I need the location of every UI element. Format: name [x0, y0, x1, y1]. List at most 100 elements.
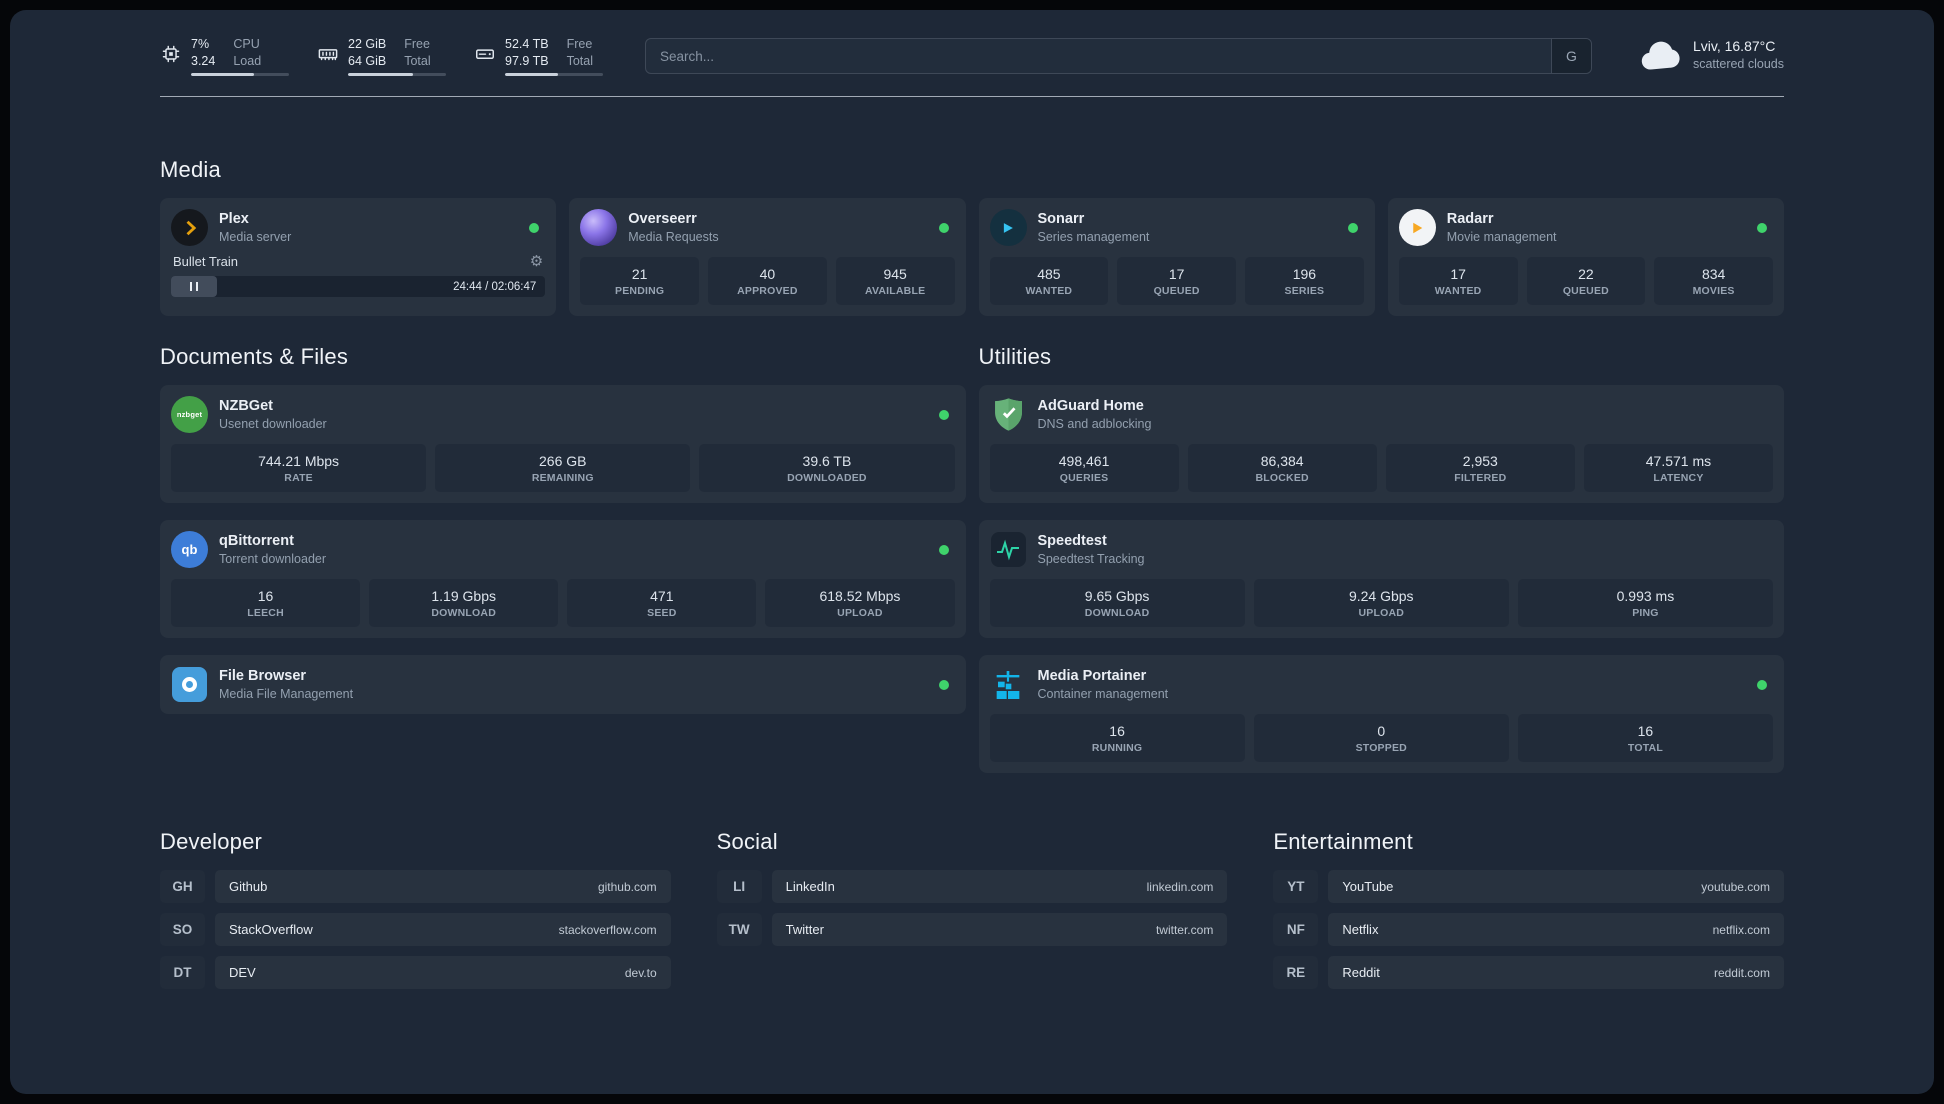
status-dot: [938, 544, 949, 555]
stat-tile: 0 STOPPED: [1253, 714, 1509, 762]
bookmark-github[interactable]: GH Github github.com: [160, 870, 671, 903]
portainer-icon: [990, 666, 1027, 703]
gear-icon[interactable]: ⚙: [530, 254, 543, 269]
bookmark-link[interactable]: Reddit reddit.com: [1328, 956, 1784, 989]
stat-value: 47.571 ms: [1645, 453, 1712, 469]
service-card-nzbget[interactable]: nzbget NZBGet Usenet downloader 744.21 M…: [160, 385, 966, 503]
status-dot: [1347, 222, 1358, 233]
bookmark-abbr[interactable]: LI: [716, 870, 762, 903]
bookmark-abbr[interactable]: GH: [160, 870, 205, 903]
qbittorrent-icon: qb: [171, 531, 208, 568]
status-dot: [938, 409, 949, 420]
stats-row: 16 LEECH 1.19 Gbps DOWNLOAD 471 SEED 618…: [171, 579, 955, 627]
service-text: File Browser Media File Management: [219, 668, 353, 701]
bookmark-list: GH Github github.com SO StackOverflow st…: [160, 870, 671, 989]
stat-label: TOTAL: [1627, 742, 1663, 754]
bookmark-twitter[interactable]: TW Twitter twitter.com: [716, 913, 1228, 946]
bookmark-abbr[interactable]: DT: [160, 956, 205, 989]
bookmark-abbr[interactable]: SO: [160, 913, 205, 946]
service-name: Plex: [219, 211, 249, 227]
bookmark-url: linkedin.com: [1146, 879, 1214, 894]
top-bar: 7% 3.24 CPU Load 22 GiB 64 GiB Free Tota…: [160, 10, 1784, 76]
stat-label: STOPPED: [1355, 742, 1407, 754]
bookmark-link[interactable]: LinkedIn linkedin.com: [771, 870, 1228, 903]
bookmark-link[interactable]: Twitter twitter.com: [771, 913, 1228, 946]
section-title-documents: Documents & Files: [160, 344, 349, 369]
stat-value: 744.21 Mbps: [258, 453, 340, 469]
bookmark-linkedin[interactable]: LI LinkedIn linkedin.com: [716, 870, 1228, 903]
status-dot: [529, 222, 540, 233]
service-card-radarr[interactable]: Radarr Movie management 17 WANTED 22 QUE…: [1387, 198, 1784, 316]
service-card-adguard[interactable]: AdGuard Home DNS and adblocking 498,461 …: [978, 385, 1784, 503]
memory-usage-bar-fill: [348, 73, 413, 76]
bookmark-link[interactable]: Github github.com: [215, 870, 671, 903]
pause-icon[interactable]: [171, 276, 217, 297]
service-card-sonarr[interactable]: Sonarr Series management 485 WANTED 17 Q…: [978, 198, 1375, 316]
stat-label: WANTED: [1434, 285, 1482, 297]
stat-tile: 1.19 Gbps DOWNLOAD: [369, 579, 559, 627]
card-header: Radarr Movie management: [1398, 209, 1773, 246]
stat-label: APPROVED: [737, 285, 798, 297]
bookmark-group-title: Developer: [160, 829, 263, 854]
bookmark-url: github.com: [597, 879, 657, 894]
stat-value: 498,461: [1058, 453, 1110, 469]
service-name: Speedtest: [1037, 533, 1107, 549]
service-card-filebrowser[interactable]: File Browser Media File Management: [160, 655, 966, 714]
bookmark-group-social: Social LI LinkedIn linkedin.com TW Twitt…: [716, 829, 1228, 989]
documents-card-stack: nzbget NZBGet Usenet downloader 744.21 M…: [160, 385, 966, 714]
service-description: Torrent downloader: [219, 552, 327, 566]
service-card-plex[interactable]: Plex Media server Bullet Train ⚙ 24:44 /…: [160, 198, 557, 316]
bookmark-netflix[interactable]: NF Netflix netflix.com: [1273, 913, 1784, 946]
service-card-qbittorrent[interactable]: qb qBittorrent Torrent downloader 16 LEE…: [160, 520, 966, 638]
bookmark-list: LI LinkedIn linkedin.com TW Twitter twit…: [716, 870, 1228, 946]
bookmark-youtube[interactable]: YT YouTube youtube.com: [1273, 870, 1784, 903]
stat-label: DOWNLOAD: [1084, 607, 1150, 619]
service-card-portainer[interactable]: Media Portainer Container management 16 …: [978, 655, 1784, 773]
bookmark-name: StackOverflow: [229, 922, 313, 937]
memory-widget: 22 GiB 64 GiB Free Total: [317, 36, 446, 76]
service-text: Speedtest Speedtest Tracking: [1038, 533, 1145, 566]
cpu-icon: [160, 43, 182, 65]
bookmark-abbr[interactable]: NF: [1273, 913, 1319, 946]
search-bar: G: [645, 38, 1592, 74]
service-text: AdGuard Home DNS and adblocking: [1038, 398, 1152, 431]
search-input[interactable]: [645, 38, 1592, 74]
bookmark-name: YouTube: [1342, 879, 1394, 894]
bookmark-link[interactable]: YouTube youtube.com: [1328, 870, 1784, 903]
adguard-icon: [990, 396, 1027, 433]
bookmark-abbr[interactable]: YT: [1273, 870, 1319, 903]
stat-value: 9.65 Gbps: [1084, 588, 1150, 604]
memory-icon: [317, 43, 339, 65]
bookmark-link[interactable]: DEV dev.to: [215, 956, 671, 989]
middle-columns: Documents & Files nzbget NZBGet Usenet d…: [160, 344, 1784, 773]
bookmark-stackoverflow[interactable]: SO StackOverflow stackoverflow.com: [160, 913, 671, 946]
stat-tile: 86,384 BLOCKED: [1187, 444, 1377, 492]
service-name: Sonarr: [1037, 211, 1085, 227]
bookmark-reddit[interactable]: RE Reddit reddit.com: [1273, 956, 1784, 989]
stat-label: DOWNLOADED: [787, 472, 867, 484]
stat-tile: 22 QUEUED: [1526, 257, 1646, 305]
service-name: qBittorrent: [219, 533, 294, 549]
stat-value: 945: [883, 266, 907, 282]
bookmark-abbr[interactable]: RE: [1273, 956, 1319, 989]
stat-value: 834: [1701, 266, 1726, 282]
search-provider-button[interactable]: G: [1550, 39, 1591, 73]
stat-value: 0: [1377, 723, 1386, 739]
section-title-media: Media: [160, 157, 221, 182]
weather-widget: Lviv, 16.87°C scattered clouds: [1638, 38, 1784, 71]
bookmark-link[interactable]: StackOverflow stackoverflow.com: [215, 913, 671, 946]
stat-label: PING: [1632, 607, 1659, 619]
bookmark-abbr[interactable]: TW: [716, 913, 762, 946]
stat-tile: 471 SEED: [567, 579, 757, 627]
bookmark-dev[interactable]: DT DEV dev.to: [160, 956, 671, 989]
bookmark-link[interactable]: Netflix netflix.com: [1328, 913, 1784, 946]
stat-value: 0.993 ms: [1616, 588, 1675, 604]
stat-label: RATE: [284, 472, 313, 484]
service-description: Movie management: [1446, 230, 1557, 244]
service-card-overseerr[interactable]: Overseerr Media Requests 21 PENDING 40 A…: [569, 198, 966, 316]
player-progress-bar[interactable]: 24:44 / 02:06:47: [171, 276, 546, 297]
qbittorrent-icon-text: qb: [181, 542, 198, 557]
cpu-usage-bar-fill: [191, 73, 254, 76]
service-card-speedtest[interactable]: Speedtest Speedtest Tracking 9.65 Gbps D…: [978, 520, 1784, 638]
bookmark-group-title: Social: [716, 829, 778, 854]
